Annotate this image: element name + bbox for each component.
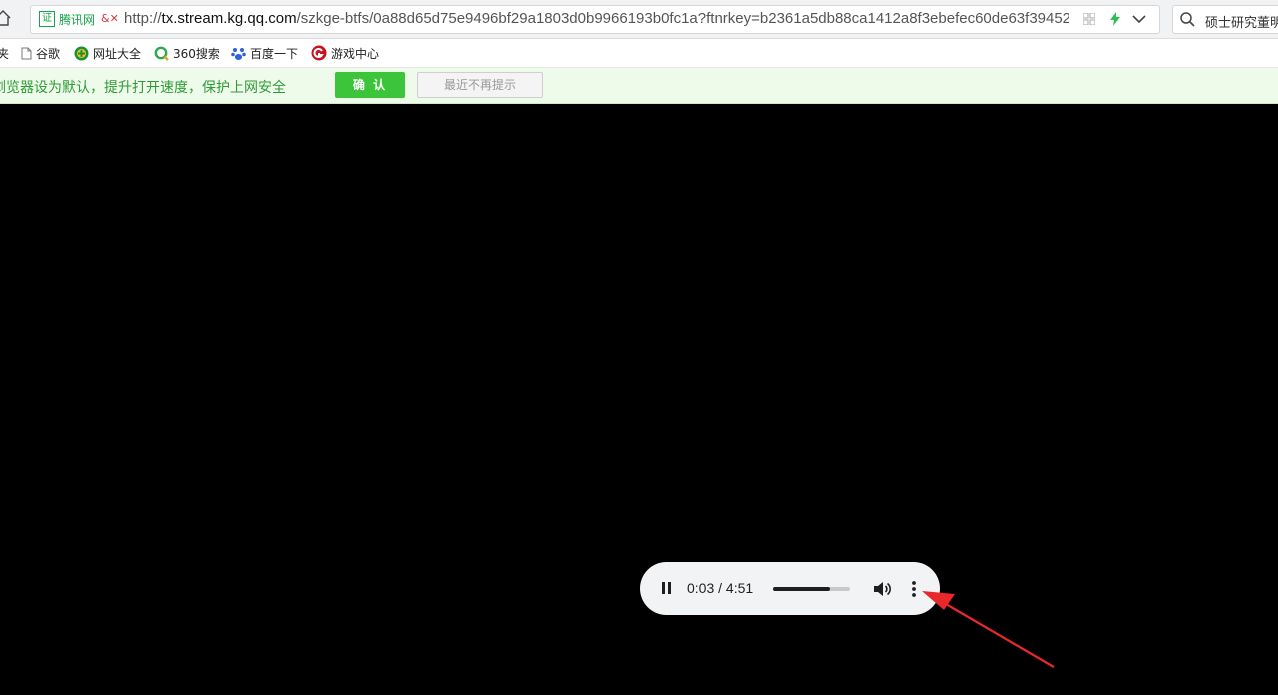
- bookmark-label: 百度一下: [250, 46, 299, 61]
- bookmark-hao123[interactable]: 网址大全: [74, 45, 141, 61]
- search-box[interactable]: 硕士研究董明: [1172, 5, 1278, 34]
- bookmark-label: 谷歌: [36, 46, 61, 61]
- bookmark-label: 夹: [0, 46, 10, 61]
- dont-remind-button[interactable]: 最近不再提示: [417, 72, 543, 98]
- bookmark-label: 360搜索: [173, 46, 220, 61]
- time-display: 0:03 / 4:51: [687, 580, 754, 596]
- bookmark-360-search[interactable]: 360搜索: [154, 45, 220, 61]
- hao123-icon: [74, 46, 89, 60]
- search-query[interactable]: 硕士研究董明: [1205, 12, 1278, 31]
- address-bar[interactable]: 证 腾讯网 &✕ http://tx.stream.kg.qq.com/szkg…: [30, 5, 1160, 34]
- confirm-button[interactable]: 确 认: [335, 72, 405, 98]
- bookmark-folder[interactable]: 夹: [0, 45, 9, 61]
- lightning-icon[interactable]: [1109, 12, 1121, 26]
- progress-slider[interactable]: [773, 587, 850, 591]
- url-domain: tx.stream.kg.qq.com: [161, 10, 297, 27]
- bookmarks-bar: 夹 谷歌 网址大全 360搜索 百度一下 游戏中心: [0, 39, 1278, 68]
- browser-toolbar: 证 腾讯网 &✕ http://tx.stream.kg.qq.com/szkg…: [0, 0, 1278, 39]
- bookmark-google[interactable]: 谷歌: [21, 45, 60, 61]
- qr-code-icon[interactable]: [1083, 13, 1095, 25]
- url-text[interactable]: http://tx.stream.kg.qq.com/szkge-btfs/0a…: [124, 10, 1069, 27]
- baidu-paw-icon: [231, 47, 246, 60]
- certificate-name: 腾讯网: [59, 12, 96, 27]
- bookmark-label: 网址大全: [93, 46, 142, 61]
- home-icon[interactable]: [0, 9, 12, 27]
- pause-icon[interactable]: [658, 579, 676, 597]
- certificate-badge[interactable]: 证 腾讯网: [39, 11, 95, 27]
- more-options-icon[interactable]: [906, 579, 922, 599]
- url-path: /szkge-btfs/0a88d65d75e9496bf29a1803d0b9…: [296, 10, 1069, 27]
- bookmark-baidu[interactable]: 百度一下: [231, 45, 298, 61]
- audio-player: 0:03 / 4:51: [640, 562, 940, 615]
- certificate-warning-icon[interactable]: &✕: [101, 12, 119, 25]
- certificate-icon: 证: [39, 11, 55, 27]
- volume-icon[interactable]: [872, 579, 892, 599]
- url-prefix: http://: [124, 10, 162, 27]
- bookmark-game-center[interactable]: 游戏中心: [311, 45, 379, 61]
- search-icon[interactable]: [1179, 11, 1195, 27]
- media-viewport: [0, 104, 1278, 695]
- chevron-down-icon[interactable]: [1131, 12, 1147, 26]
- progress-fill: [773, 587, 830, 591]
- 360-search-icon: [154, 46, 169, 61]
- page-icon: [21, 47, 32, 59]
- game-center-icon: [311, 45, 327, 61]
- notification-text: 浏览器设为默认，提升打开速度，保护上网安全: [0, 80, 286, 96]
- bookmark-label: 游戏中心: [331, 46, 380, 61]
- default-browser-notification: 浏览器设为默认，提升打开速度，保护上网安全 确 认 最近不再提示: [0, 68, 1278, 104]
